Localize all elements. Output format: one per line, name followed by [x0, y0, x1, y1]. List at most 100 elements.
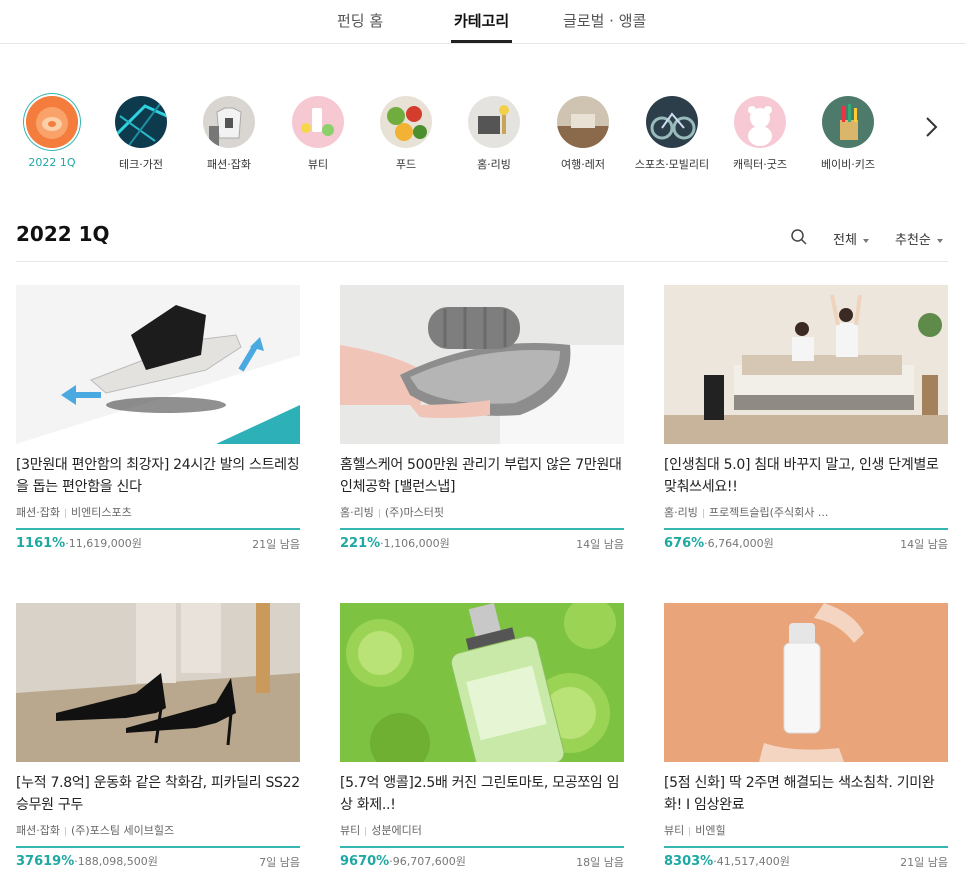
- filter-dropdown[interactable]: 전체: [833, 229, 869, 248]
- progress-bar: [16, 528, 300, 530]
- category-home[interactable]: 홈·리빙: [444, 96, 544, 172]
- caret-down-icon: [936, 238, 943, 243]
- project-image-serum[interactable]: [664, 603, 948, 762]
- project-image-bed[interactable]: [664, 285, 948, 444]
- category-sports[interactable]: 스포츠·모빌리티: [622, 96, 722, 172]
- funding-amount: ·6,764,000원: [704, 537, 774, 550]
- funding-amount: ·41,517,400원: [713, 855, 790, 868]
- project-stats: 37619%·188,098,500원 7일 남음: [16, 853, 300, 871]
- beauty-icon: [292, 96, 344, 148]
- category-food[interactable]: 푸드: [356, 96, 456, 172]
- category-label: 홈·리빙: [477, 158, 511, 171]
- project-stats: 8303%·41,517,400원 21일 남음: [664, 853, 948, 871]
- category-label: 베이비·키즈: [820, 158, 876, 171]
- funding-amount-value: 41,517,400원: [716, 855, 790, 868]
- project-category: 패션·잡화: [16, 824, 60, 837]
- funding-amount-value: 96,707,600원: [392, 855, 466, 868]
- funding-amount-value: 188,098,500원: [77, 855, 158, 868]
- tab-category[interactable]: 카테고리: [450, 10, 513, 43]
- sports-icon: [646, 96, 698, 148]
- caret-down-icon: [862, 238, 869, 243]
- project-category: 홈·리빙: [664, 506, 698, 519]
- food-icon: [380, 96, 432, 148]
- category-fashion[interactable]: 패션·잡화: [179, 96, 279, 172]
- project-card[interactable]: 홈헬스케어 500만원 관리기 부럽지 않은 7만원대 인체공학 [밸런스냅] …: [340, 285, 624, 553]
- category-label: 뷰티: [307, 158, 329, 171]
- progress-fill: [16, 846, 300, 848]
- progress-fill: [664, 846, 948, 848]
- category-label: 푸드: [395, 158, 417, 171]
- sort-dropdown[interactable]: 추천순: [895, 229, 943, 248]
- category-label: 여행·레저: [561, 158, 605, 171]
- progress-bar: [664, 846, 948, 848]
- project-stats: 221%·1,106,000원 14일 남음: [340, 535, 624, 553]
- progress-bar: [664, 528, 948, 530]
- project-meta: 패션·잡화 (주)포스팀 세이브힐즈: [16, 822, 300, 838]
- category-travel[interactable]: 여행·레저: [533, 96, 633, 172]
- funding-percent: 1161%: [16, 536, 66, 551]
- chevron-right-icon[interactable]: [918, 112, 944, 142]
- days-left: 7일 남음: [259, 856, 300, 869]
- fashion-icon: [203, 96, 255, 148]
- funding-percent: 9670%: [340, 854, 390, 869]
- project-image-slipper[interactable]: [16, 285, 300, 444]
- project-card[interactable]: [5.7억 앵콜]2.5배 커진 그린토마토, 모공쪼임 임상 화제..! 뷰티…: [340, 603, 624, 871]
- category-label: 스포츠·모빌리티: [634, 158, 710, 171]
- project-title[interactable]: [누적 7.8억] 운동화 같은 착화감, 피카딜리 SS22 승무원 구두: [16, 772, 300, 816]
- project-maker: 비엔힐: [695, 824, 726, 837]
- project-maker: (주)포스팀 세이브힐즈: [70, 824, 175, 837]
- category-tech[interactable]: 테크·가전: [91, 96, 191, 172]
- project-category: 홈·리빙: [340, 506, 374, 519]
- top-tab-bar: 펀딩 홈 카테고리 글로벌 · 앵콜: [0, 0, 966, 44]
- funding-percent: 8303%: [664, 854, 714, 869]
- meta-divider: [702, 508, 704, 518]
- days-left: 21일 남음: [900, 856, 948, 869]
- project-card[interactable]: [3만원대 편안함의 최강자] 24시간 발의 스트레칭을 돕는 편안함을 신다…: [16, 285, 300, 553]
- funding-amount-value: 11,619,000원: [68, 537, 142, 550]
- project-image-green-tomato[interactable]: [340, 603, 624, 762]
- travel-icon: [557, 96, 609, 148]
- tab-global-encore[interactable]: 글로벌 · 앵콜: [563, 10, 646, 31]
- category-label: 패션·잡화: [207, 158, 251, 171]
- project-image-heels[interactable]: [16, 603, 300, 762]
- funding-amount: ·1,106,000원: [380, 537, 450, 550]
- progress-fill: [16, 528, 300, 530]
- funding-amount: ·11,619,000원: [65, 537, 142, 550]
- progress-bar: [340, 846, 624, 848]
- meta-divider: [378, 508, 380, 518]
- project-title[interactable]: [5.7억 앵콜]2.5배 커진 그린토마토, 모공쪼임 임상 화제..!: [340, 772, 624, 816]
- category-label: 캐릭터·굿즈: [732, 158, 788, 171]
- funding-percent: 37619%: [16, 854, 75, 869]
- funding-percent: 676%: [664, 536, 705, 551]
- project-maker: 비엔티스포츠: [70, 506, 132, 519]
- project-card[interactable]: [5점 신화] 딱 2주면 해결되는 색소침착. 기미완화! I 임상완료 뷰티…: [664, 603, 948, 871]
- project-title[interactable]: [인생침대 5.0] 침대 바꾸지 말고, 인생 단계별로 맞춰쓰세요!!: [664, 454, 948, 498]
- category-beauty[interactable]: 뷰티: [268, 96, 368, 172]
- project-image-massager[interactable]: [340, 285, 624, 444]
- progress-fill: [340, 846, 624, 848]
- meta-divider: [689, 826, 691, 836]
- project-title[interactable]: [3만원대 편안함의 최강자] 24시간 발의 스트레칭을 돕는 편안함을 신다: [16, 454, 300, 498]
- project-category: 뷰티: [664, 824, 685, 837]
- kids-icon: [822, 96, 874, 148]
- category-strip: 2022 1Q 테크·가전 패션·잡화 뷰티 푸드 홈·리빙 여행·레저 스포츠…: [0, 96, 966, 176]
- progress-bar: [340, 528, 624, 530]
- orange-slice-icon: [26, 96, 78, 148]
- progress-bar: [16, 846, 300, 848]
- category-kids[interactable]: 베이비·키즈: [798, 96, 898, 172]
- funding-amount: ·96,707,600원: [389, 855, 466, 868]
- days-left: 21일 남음: [252, 538, 300, 551]
- project-title[interactable]: [5점 신화] 딱 2주면 해결되는 색소침착. 기미완화! I 임상완료: [664, 772, 948, 816]
- project-card[interactable]: [누적 7.8억] 운동화 같은 착화감, 피카딜리 SS22 승무원 구두 패…: [16, 603, 300, 871]
- progress-fill: [664, 528, 948, 530]
- project-maker: (주)마스터핏: [384, 506, 445, 519]
- project-card[interactable]: [인생침대 5.0] 침대 바꾸지 말고, 인생 단계별로 맞춰쓰세요!! 홈·…: [664, 285, 948, 553]
- meta-divider: [365, 826, 367, 836]
- tab-funding-home[interactable]: 펀딩 홈: [337, 10, 383, 31]
- category-2022-1q[interactable]: 2022 1Q: [2, 96, 102, 169]
- search-icon[interactable]: [790, 228, 808, 246]
- category-character[interactable]: 캐릭터·굿즈: [710, 96, 810, 172]
- sort-label: 추천순: [895, 233, 931, 248]
- project-title[interactable]: 홈헬스케어 500만원 관리기 부럽지 않은 7만원대 인체공학 [밸런스냅]: [340, 454, 624, 498]
- category-label: 테크·가전: [119, 158, 163, 171]
